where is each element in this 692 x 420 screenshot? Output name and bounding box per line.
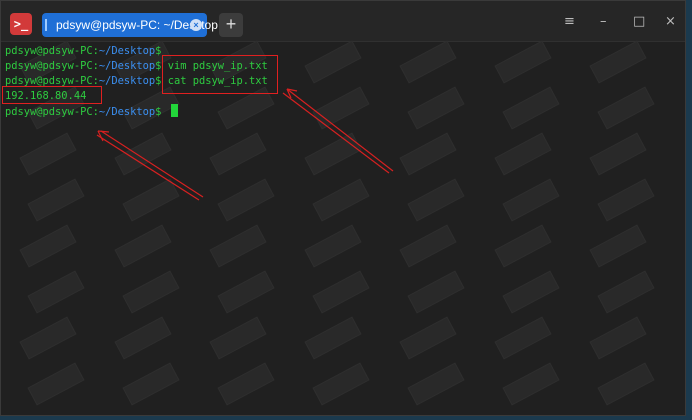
terminal-window: >_ pdsyw@pdsyw-PC: ~/Desktop × + ≡ – □ ×…: [0, 0, 686, 416]
annotation-arrows: [96, 88, 394, 201]
arrow-to-prompt-outline: [96, 134, 200, 201]
arrow-to-prompt: [100, 130, 204, 198]
arrow-to-commands: [286, 88, 394, 172]
arrow-to-commands-outline: [282, 92, 390, 174]
